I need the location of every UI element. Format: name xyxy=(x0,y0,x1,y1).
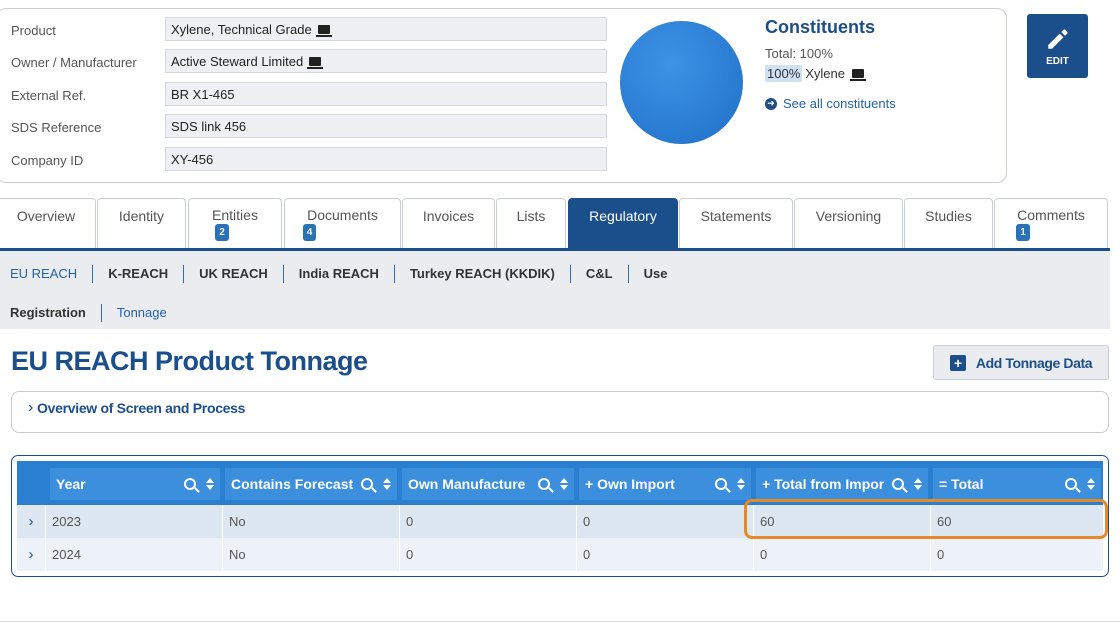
field-external-ref: External Ref. BR X1-465 xyxy=(11,82,607,108)
tab-versioning[interactable]: Versioning xyxy=(794,198,903,248)
subnav-row-sections: Registration Tonnage xyxy=(0,303,182,323)
column-header-contains-forecast[interactable]: Contains Forecast xyxy=(225,468,397,500)
cell-contains-forecast: No xyxy=(222,538,399,571)
chevron-right-icon[interactable]: › xyxy=(17,538,45,571)
field-label: External Ref. xyxy=(11,87,87,103)
add-tonnage-data-button[interactable]: + Add Tonnage Data xyxy=(933,345,1109,380)
column-header-year[interactable]: Year xyxy=(50,468,220,500)
field-label: SDS Reference xyxy=(11,119,102,135)
highlight-annotation xyxy=(744,499,1108,539)
subnav-registration[interactable]: Registration xyxy=(0,304,102,322)
cell-total-from-import: 0 xyxy=(753,538,930,571)
subnav-eu-reach[interactable]: EU REACH xyxy=(0,265,94,283)
field-label: Company ID xyxy=(11,152,84,168)
plus-icon: + xyxy=(949,354,966,371)
tab-statements[interactable]: Statements xyxy=(679,198,793,248)
subnav-india-reach[interactable]: India REACH xyxy=(284,265,395,283)
laptop-icon xyxy=(307,56,324,69)
sort-icon[interactable] xyxy=(383,478,391,490)
tab-identity[interactable]: Identity xyxy=(97,198,186,248)
laptop-icon xyxy=(315,24,332,37)
tab-lists[interactable]: Lists xyxy=(496,198,566,248)
tab-overview[interactable]: Overview xyxy=(0,198,96,248)
cell-own-manufacture: 0 xyxy=(399,538,576,571)
constituents-total: Total: 100% xyxy=(765,46,833,61)
constituents-title: Constituents xyxy=(765,17,875,37)
sort-icon[interactable] xyxy=(560,478,568,490)
tab-entities[interactable]: Entities 2 xyxy=(188,198,282,248)
see-all-constituents-link[interactable]: ➜ See all constituents xyxy=(765,96,896,111)
documents-count-badge: 4 xyxy=(302,224,317,241)
edit-button[interactable]: EDIT xyxy=(1027,14,1088,78)
column-header-total[interactable]: = Total xyxy=(933,468,1101,500)
subnav-cl[interactable]: C&L xyxy=(571,265,629,283)
search-icon[interactable] xyxy=(538,478,550,490)
field-label: Product xyxy=(11,22,56,38)
main-tabs: Overview Identity Entities 2 Documents 4 I… xyxy=(0,198,1120,248)
subnav-k-reach[interactable]: K-REACH xyxy=(93,265,185,283)
search-icon[interactable] xyxy=(184,478,196,490)
sort-icon[interactable] xyxy=(737,478,745,490)
company-id-value[interactable]: XY-456 xyxy=(165,147,607,171)
constituent-name: Xylene xyxy=(805,66,845,81)
entities-count-badge: 2 xyxy=(215,224,229,241)
comments-count-badge: 1 xyxy=(1016,224,1030,241)
cell-total: 0 xyxy=(930,538,1103,571)
product-value[interactable]: Xylene, Technical Grade xyxy=(165,17,607,41)
cell-own-import: 0 xyxy=(576,538,753,571)
pencil-icon xyxy=(1047,28,1068,49)
external-ref-value[interactable]: BR X1-465 xyxy=(165,82,607,106)
subnav-use[interactable]: Use xyxy=(629,265,683,283)
subnav-row-regions: EU REACH K-REACH UK REACH India REACH Tu… xyxy=(0,264,682,284)
owner-value[interactable]: Active Steward Limited xyxy=(165,49,607,73)
sds-reference-value[interactable]: SDS link 456 xyxy=(165,114,607,138)
field-company-id: Company ID XY-456 xyxy=(11,147,607,173)
tab-comments[interactable]: Comments 1 xyxy=(994,198,1108,248)
column-header-own-import[interactable]: + Own Import xyxy=(579,468,751,500)
sort-icon[interactable] xyxy=(206,478,214,490)
search-icon[interactable] xyxy=(715,478,727,490)
cell-own-import: 0 xyxy=(576,505,753,538)
subnav-turkey-reach[interactable]: Turkey REACH (KKDIK) xyxy=(395,265,571,283)
overview-panel-toggle[interactable]: › Overview of Screen and Process xyxy=(11,391,1109,433)
field-product: Product Xylene, Technical Grade xyxy=(11,17,607,43)
constituent-percent: 100% xyxy=(765,65,803,82)
arrow-right-circle-icon: ➜ xyxy=(765,97,777,110)
tab-invoices[interactable]: Invoices xyxy=(402,198,495,248)
tab-regulatory[interactable]: Regulatory xyxy=(568,198,678,248)
constituents-pie-chart xyxy=(620,21,743,144)
divider xyxy=(0,621,1120,622)
tab-studies[interactable]: Studies xyxy=(904,198,993,248)
cell-contains-forecast: No xyxy=(222,505,399,538)
chevron-right-icon: › xyxy=(28,399,34,416)
field-owner: Owner / Manufacturer Active Steward Limi… xyxy=(11,49,607,75)
search-icon[interactable] xyxy=(892,478,904,490)
sort-icon[interactable] xyxy=(914,478,922,490)
column-header-own-manufacture[interactable]: Own Manufacture xyxy=(402,468,574,500)
cell-year: 2024 xyxy=(45,538,222,571)
column-header-total-from-import[interactable]: + Total from Impor xyxy=(756,468,928,500)
table-row[interactable]: › 2024 No 0 0 0 0 xyxy=(17,538,1103,571)
sort-icon[interactable] xyxy=(1087,478,1095,490)
edit-label: EDIT xyxy=(1046,55,1069,67)
cell-year: 2023 xyxy=(45,505,222,538)
search-icon[interactable] xyxy=(1065,478,1077,490)
laptop-icon xyxy=(850,69,866,81)
cell-own-manufacture: 0 xyxy=(399,505,576,538)
chevron-right-icon[interactable]: › xyxy=(17,505,45,538)
constituent-item: 100% Xylene xyxy=(765,65,896,82)
subnav-tonnage[interactable]: Tonnage xyxy=(102,304,182,322)
search-icon[interactable] xyxy=(361,478,373,490)
page-title: EU REACH Product Tonnage xyxy=(11,346,368,376)
tab-documents[interactable]: Documents 4 xyxy=(284,198,401,248)
constituents-panel: Constituents Total: 100% 100% Xylene ➜ S… xyxy=(765,17,896,111)
field-label: Owner / Manufacturer xyxy=(11,54,137,70)
subnav-uk-reach[interactable]: UK REACH xyxy=(184,265,284,283)
regulatory-subnav: EU REACH K-REACH UK REACH India REACH Tu… xyxy=(0,248,1110,329)
field-sds-reference: SDS Reference SDS link 456 xyxy=(11,114,607,140)
